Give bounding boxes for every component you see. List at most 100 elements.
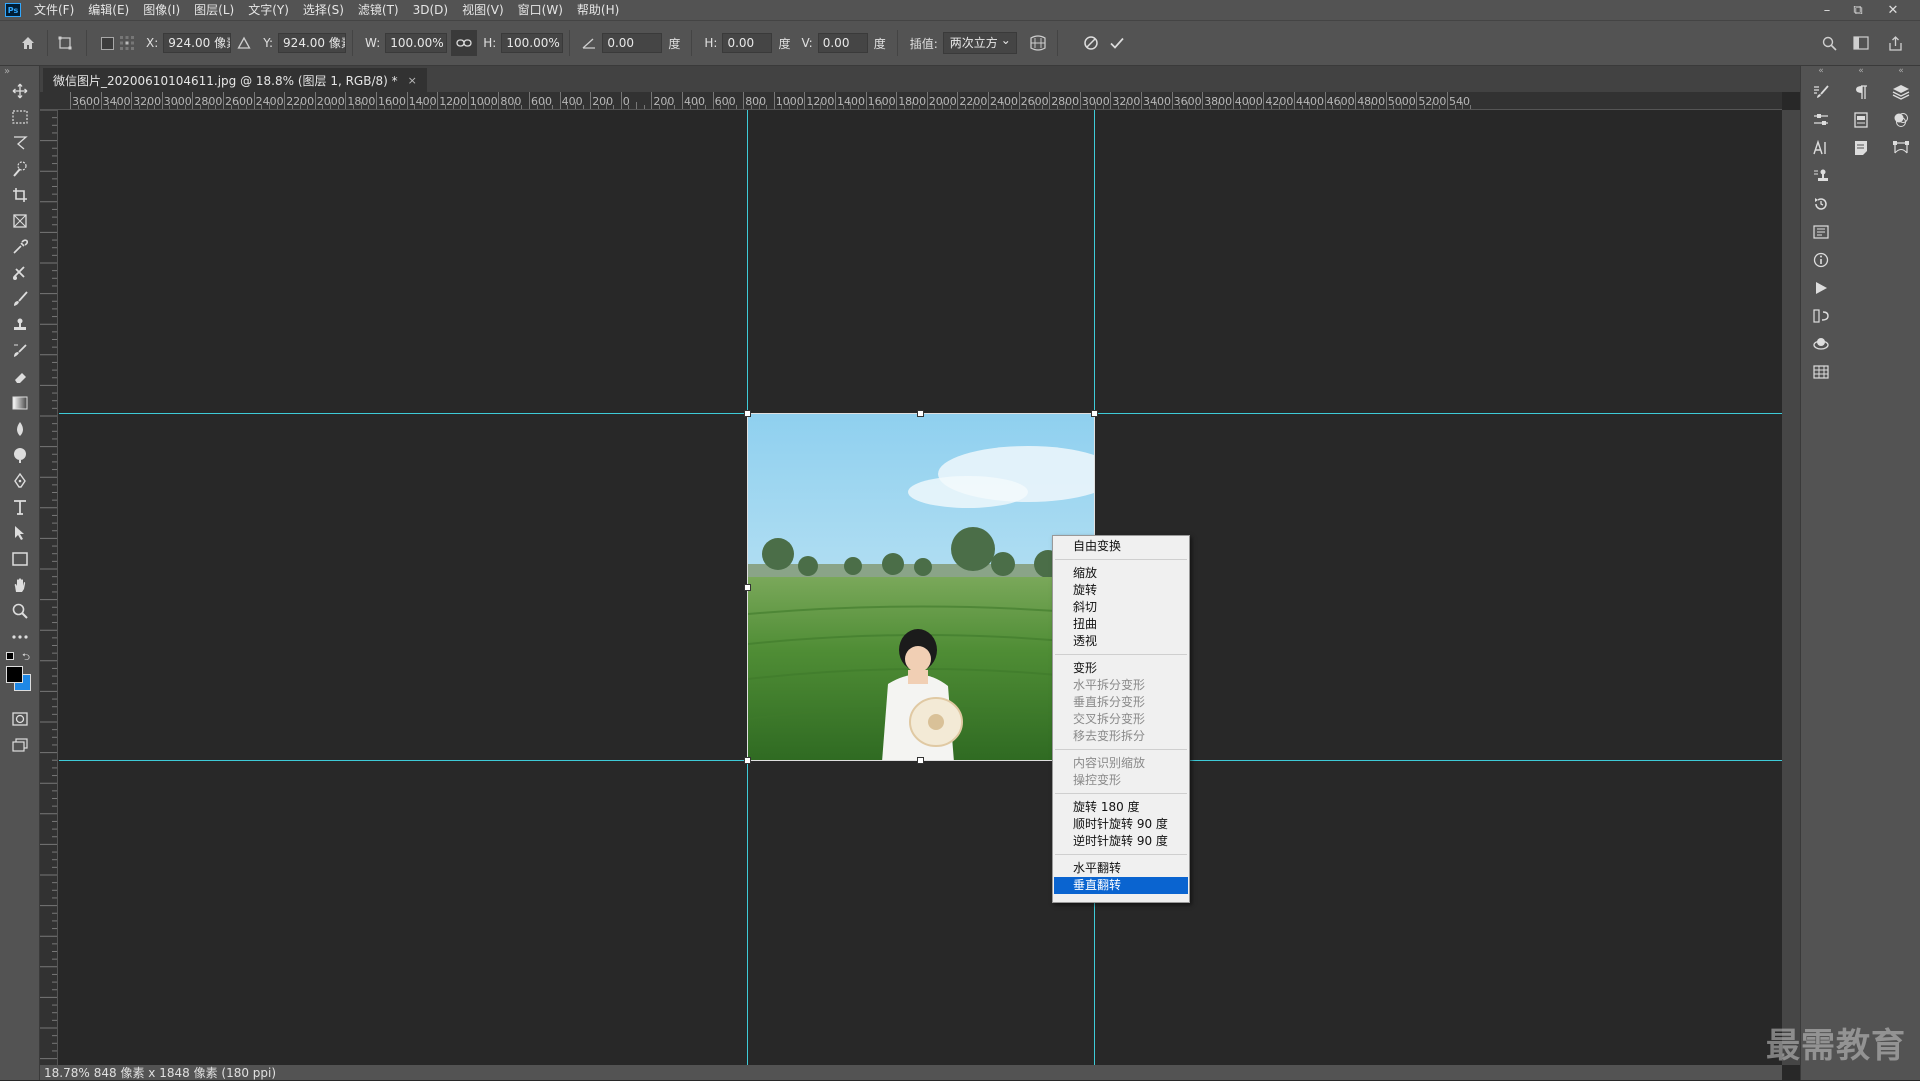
share-icon[interactable] xyxy=(1882,30,1908,56)
libraries-icon[interactable] xyxy=(1843,106,1879,134)
rotation-angle-input[interactable]: 0.00 xyxy=(602,33,663,53)
close-tab-icon[interactable]: × xyxy=(408,74,417,87)
collapse-icon[interactable]: « xyxy=(1818,66,1824,76)
document-tab[interactable]: 微信图片_20200610104611.jpg @ 18.8% (图层 1, R… xyxy=(43,68,427,92)
menu-item[interactable]: 图像(I) xyxy=(136,0,187,20)
menu-item[interactable]: 帮助(H) xyxy=(570,0,626,20)
quick-selection-tool-icon[interactable] xyxy=(0,156,40,182)
glyphs-icon[interactable] xyxy=(1803,302,1839,330)
type-tool-icon[interactable] xyxy=(0,494,40,520)
restore-icon[interactable]: ⧉ xyxy=(1843,0,1873,20)
adjustments-icon[interactable] xyxy=(1803,106,1839,134)
vertical-ruler[interactable] xyxy=(40,110,58,1065)
reference-point-grid-icon[interactable] xyxy=(114,30,140,56)
context-menu-item[interactable]: 逆时针旋转 90 度 xyxy=(1053,833,1189,850)
collapse-icon[interactable]: « xyxy=(1858,66,1864,76)
context-menu-item[interactable]: 旋转 180 度 xyxy=(1053,799,1189,816)
table-icon[interactable] xyxy=(1803,358,1839,386)
commit-transform-icon[interactable] xyxy=(1104,30,1130,56)
document-size-info[interactable]: 848 像素 x 1848 像素 (180 ppi) xyxy=(94,1064,276,1081)
width-scale-input[interactable]: 100.00% xyxy=(385,33,448,53)
transform-handle-bottom-left[interactable] xyxy=(744,757,751,764)
height-scale-input[interactable]: 100.00% xyxy=(501,33,564,53)
3d-icon[interactable] xyxy=(1803,330,1839,358)
link-icon[interactable] xyxy=(451,30,478,56)
more-tools-icon[interactable] xyxy=(0,624,40,650)
foreground-color-swatch[interactable] xyxy=(6,666,23,683)
move-tool-icon[interactable] xyxy=(0,78,40,104)
vertical-scrollbar[interactable] xyxy=(1782,110,1800,1065)
paragraph-icon[interactable] xyxy=(1843,78,1879,106)
context-menu-item[interactable]: 透视 xyxy=(1053,633,1189,650)
layer-image[interactable] xyxy=(747,413,1095,761)
actions-icon[interactable] xyxy=(1803,274,1839,302)
canvas-area[interactable] xyxy=(59,110,1782,1065)
paths-icon[interactable] xyxy=(1883,134,1919,162)
delta-icon[interactable] xyxy=(231,30,257,56)
context-menu-item[interactable]: 自由变换 xyxy=(1053,538,1189,555)
lasso-tool-icon[interactable] xyxy=(0,130,40,156)
history-brush-tool-icon[interactable] xyxy=(0,338,40,364)
transform-handle-top-left[interactable] xyxy=(744,410,751,417)
character-icon[interactable] xyxy=(1803,134,1839,162)
dodge-tool-icon[interactable] xyxy=(0,442,40,468)
context-menu-item[interactable]: 变形 xyxy=(1053,660,1189,677)
reference-point-checkbox[interactable] xyxy=(101,36,114,50)
marquee-tool-icon[interactable] xyxy=(0,104,40,130)
dock-collapse-bar[interactable]: « « « xyxy=(1801,66,1920,76)
context-menu-item[interactable]: 扭曲 xyxy=(1053,616,1189,633)
collapse-toolbar-icon[interactable]: » xyxy=(0,66,39,78)
path-selection-tool-icon[interactable] xyxy=(0,520,40,546)
brush-settings-icon[interactable] xyxy=(1803,78,1839,106)
context-menu-item[interactable]: 缩放 xyxy=(1053,565,1189,582)
menu-item[interactable]: 文件(F) xyxy=(27,0,81,20)
context-menu-item[interactable]: 顺时针旋转 90 度 xyxy=(1053,816,1189,833)
quick-mask-icon[interactable] xyxy=(0,706,40,732)
rectangle-tool-icon[interactable] xyxy=(0,546,40,572)
zoom-level[interactable]: 18.78% xyxy=(44,1066,90,1080)
info-icon[interactable] xyxy=(1803,246,1839,274)
horizontal-ruler[interactable]: 3600340032003000280026002400220020001800… xyxy=(40,92,1782,110)
transform-handle-middle-left[interactable] xyxy=(744,584,751,591)
transform-handle-top-center[interactable] xyxy=(917,410,924,417)
menu-item[interactable]: 编辑(E) xyxy=(81,0,136,20)
menu-item[interactable]: 窗口(W) xyxy=(511,0,570,20)
menu-item[interactable]: 图层(L) xyxy=(187,0,241,20)
menu-item[interactable]: 视图(V) xyxy=(455,0,511,20)
crop-tool-icon[interactable] xyxy=(0,182,40,208)
cancel-transform-icon[interactable] xyxy=(1078,30,1104,56)
search-icon[interactable] xyxy=(1816,30,1842,56)
swap-colors-icon[interactable]: ⮌ xyxy=(22,650,30,667)
close-window-icon[interactable]: ✕ xyxy=(1878,0,1908,20)
frame-tool-icon[interactable] xyxy=(0,208,40,234)
y-position-input[interactable]: 924.00 像素 xyxy=(278,33,347,53)
transform-handle-top-right[interactable] xyxy=(1091,410,1098,417)
pen-tool-icon[interactable] xyxy=(0,468,40,494)
default-colors-icon[interactable] xyxy=(6,652,14,660)
screen-mode-icon[interactable] xyxy=(0,732,40,758)
interpolation-dropdown[interactable]: 两次立方 xyxy=(942,30,1017,54)
context-menu-item[interactable]: 斜切 xyxy=(1053,599,1189,616)
gradient-tool-icon[interactable] xyxy=(0,390,40,416)
clone-stamp-tool-icon[interactable] xyxy=(0,312,40,338)
context-menu-item[interactable]: 水平翻转 xyxy=(1053,860,1189,877)
home-icon[interactable] xyxy=(15,30,41,56)
eyedropper-tool-icon[interactable] xyxy=(0,234,40,260)
eraser-tool-icon[interactable] xyxy=(0,364,40,390)
channels-icon[interactable] xyxy=(1883,106,1919,134)
menu-item[interactable]: 选择(S) xyxy=(296,0,351,20)
menu-item[interactable]: 滤镜(T) xyxy=(351,0,406,20)
layers-icon[interactable] xyxy=(1883,78,1919,106)
blur-tool-icon[interactable] xyxy=(0,416,40,442)
zoom-tool-icon[interactable] xyxy=(0,598,40,624)
brush-tool-icon[interactable] xyxy=(0,286,40,312)
properties-icon[interactable] xyxy=(1803,218,1839,246)
clone-source-icon[interactable] xyxy=(1803,162,1839,190)
context-menu-item[interactable]: 旋转 xyxy=(1053,582,1189,599)
transform-handle-bottom-center[interactable] xyxy=(917,757,924,764)
hand-tool-icon[interactable] xyxy=(0,572,40,598)
horizontal-skew-input[interactable]: 0.00 xyxy=(722,33,773,53)
menu-item[interactable]: 文字(Y) xyxy=(241,0,296,20)
collapse-icon[interactable]: « xyxy=(1898,66,1904,76)
x-position-input[interactable]: 924.00 像素 xyxy=(163,33,232,53)
